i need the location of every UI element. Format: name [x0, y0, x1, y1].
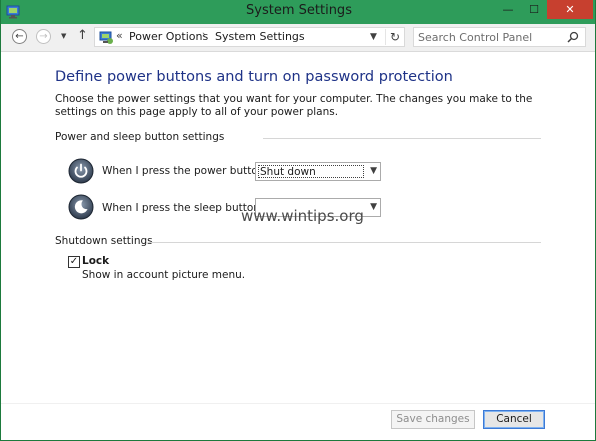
close-icon: ✕ — [565, 3, 575, 16]
address-bar[interactable]: « Power Options › System Settings ▼ ↻ — [94, 27, 405, 47]
search-box[interactable] — [413, 27, 586, 47]
footer-divider — [1, 403, 595, 404]
page-title: Define power buttons and turn on passwor… — [55, 69, 453, 85]
address-overflow-chevron[interactable]: « — [116, 29, 123, 42]
cancel-button[interactable]: Cancel — [483, 410, 545, 429]
back-arrow-icon: ← — [15, 30, 24, 42]
sleep-button-icon — [68, 194, 94, 220]
up-arrow-icon: ↑ — [77, 28, 88, 43]
search-input[interactable] — [418, 29, 563, 45]
refresh-button[interactable]: ↻ — [385, 29, 404, 45]
lock-description: Show in account picture menu. — [82, 269, 246, 281]
refresh-icon: ↻ — [389, 30, 401, 44]
search-icon[interactable] — [567, 31, 579, 43]
title-bar[interactable]: System Settings — ☐ ✕ — [1, 0, 595, 24]
close-button[interactable]: ✕ — [547, 0, 593, 19]
recent-locations-dropdown[interactable]: ▼ — [61, 32, 66, 40]
save-changes-button[interactable]: Save changes — [391, 410, 475, 429]
section-divider — [263, 138, 541, 139]
minimize-icon: — — [502, 3, 514, 16]
chevron-down-icon: ▼ — [370, 166, 377, 176]
address-history-dropdown-icon[interactable]: ▼ — [370, 32, 377, 42]
lock-checkbox[interactable]: ✓ — [68, 256, 80, 268]
forward-arrow-icon: → — [39, 30, 48, 42]
system-settings-window: System Settings — ☐ ✕ ← → ▼ ↑ « Power Op… — [0, 0, 596, 441]
lock-label[interactable]: Lock — [82, 255, 109, 267]
watermark-text: www.wintips.org — [241, 207, 364, 225]
navigation-bar: ← → ▼ ↑ « Power Options › System Setting… — [1, 24, 595, 52]
section-divider — [148, 242, 541, 243]
page-description: Choose the power settings that you want … — [55, 93, 533, 118]
chevron-down-icon: ▼ — [61, 32, 67, 40]
minimize-button[interactable]: — — [495, 0, 521, 19]
maximize-icon: ☐ — [529, 3, 539, 16]
chevron-down-icon: ▼ — [370, 202, 377, 212]
forward-button[interactable]: → — [36, 29, 51, 44]
breadcrumb-system-settings[interactable]: System Settings — [215, 30, 305, 43]
shutdown-section-heading: Shutdown settings — [55, 235, 153, 247]
power-button-action-value: Shut down — [258, 165, 364, 178]
checkmark-icon: ✓ — [69, 256, 79, 267]
power-button-action-select[interactable]: Shut down ▼ — [255, 162, 381, 181]
up-button[interactable]: ↑ — [77, 28, 88, 43]
breadcrumb-separator-icon[interactable]: › — [202, 30, 206, 40]
power-sleep-section-heading: Power and sleep button settings — [55, 131, 225, 143]
power-button-icon — [68, 158, 94, 184]
breadcrumb-power-options[interactable]: Power Options — [129, 30, 208, 43]
control-panel-icon — [99, 31, 113, 44]
back-button[interactable]: ← — [12, 29, 27, 44]
sleep-button-label: When I press the sleep button: — [102, 202, 264, 214]
power-button-label: When I press the power button: — [102, 165, 268, 177]
maximize-button[interactable]: ☐ — [521, 0, 547, 19]
